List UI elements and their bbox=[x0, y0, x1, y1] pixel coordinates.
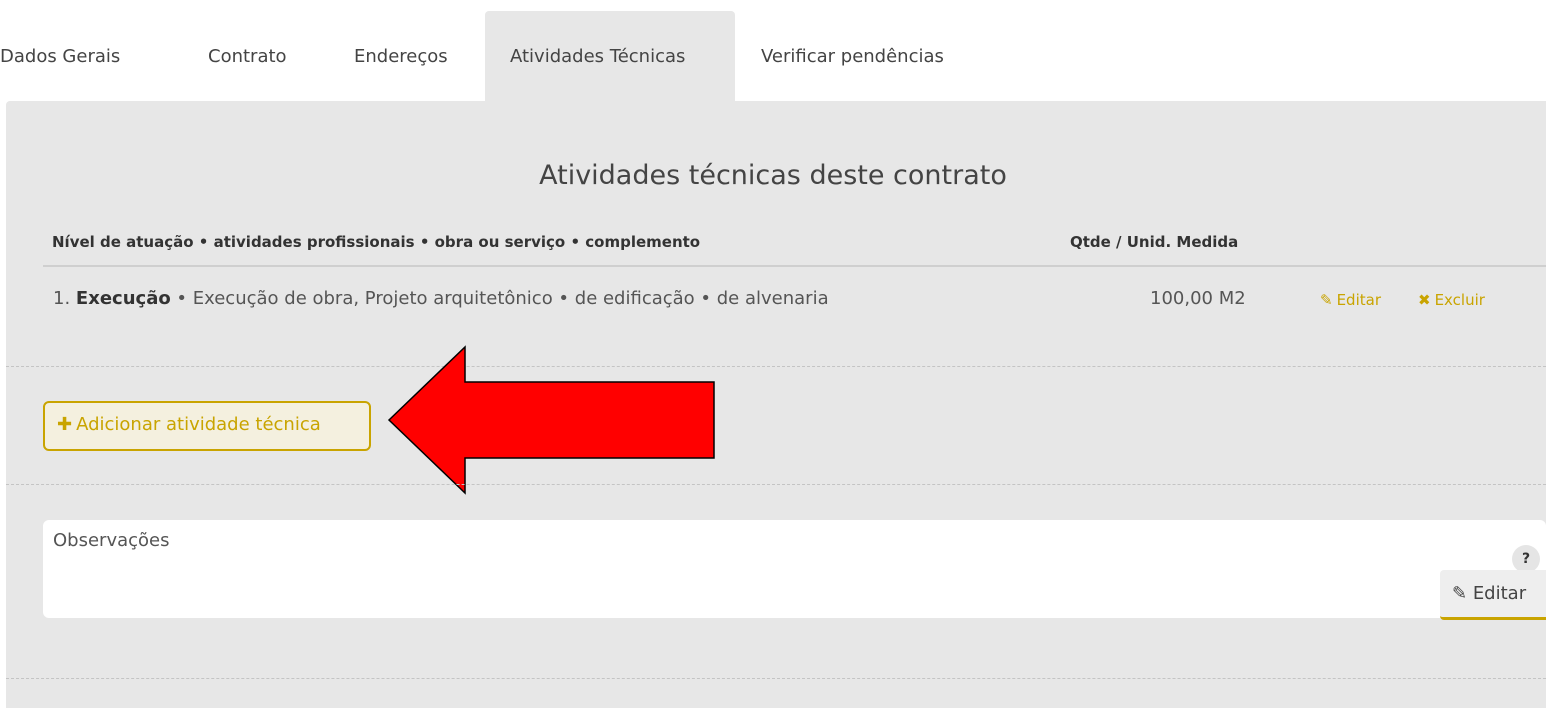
plus-icon: ✚ bbox=[57, 414, 73, 435]
close-icon: ✖ bbox=[1418, 291, 1431, 309]
delete-activity-button[interactable]: ✖ Excluir bbox=[1418, 291, 1485, 309]
activity-level: Execução bbox=[75, 288, 171, 309]
tab-enderecos[interactable]: Endereços bbox=[354, 46, 448, 67]
activity-quantity: 100,00 M2 bbox=[1150, 288, 1246, 309]
observations-label: Observações bbox=[53, 530, 170, 551]
tab-dados-gerais[interactable]: Dados Gerais bbox=[0, 46, 120, 67]
divider bbox=[6, 484, 1546, 485]
edit-activity-label: Editar bbox=[1336, 291, 1381, 309]
add-activity-button[interactable]: ✚ Adicionar atividade técnica bbox=[43, 401, 371, 451]
divider bbox=[6, 366, 1546, 367]
row-index: 1. bbox=[53, 288, 71, 309]
edit-observations-label: Editar bbox=[1472, 583, 1527, 604]
delete-activity-label: Excluir bbox=[1434, 291, 1485, 309]
column-header-quantity: Qtde / Unid. Medida bbox=[1070, 233, 1239, 251]
activity-details: • Execução de obra, Projeto arquitetônic… bbox=[170, 288, 829, 309]
add-activity-label: Adicionar atividade técnica bbox=[76, 414, 321, 435]
tab-atividades-tecnicas[interactable]: Atividades Técnicas bbox=[510, 46, 685, 67]
tab-contrato[interactable]: Contrato bbox=[208, 46, 287, 67]
tab-bar: Dados Gerais Contrato Endereços Atividad… bbox=[0, 0, 1546, 103]
tab-verificar-pendencias[interactable]: Verificar pendências bbox=[761, 46, 944, 67]
edit-activity-button[interactable]: ✎ Editar bbox=[1320, 291, 1381, 309]
pencil-icon: ✎ bbox=[1452, 583, 1473, 604]
header-divider bbox=[43, 265, 1546, 267]
help-icon[interactable]: ? bbox=[1512, 545, 1540, 573]
section-title: Atividades técnicas deste contrato bbox=[539, 160, 1007, 191]
edit-observations-button[interactable]: ✎ Editar bbox=[1440, 570, 1546, 620]
observations-box bbox=[43, 520, 1546, 618]
red-arrow-annotation bbox=[387, 345, 715, 495]
pencil-icon: ✎ bbox=[1320, 291, 1333, 309]
divider bbox=[6, 678, 1546, 679]
activity-description: 1. Execução • Execução de obra, Projeto … bbox=[53, 288, 829, 309]
column-header-description: Nível de atuação • atividades profission… bbox=[52, 233, 701, 251]
